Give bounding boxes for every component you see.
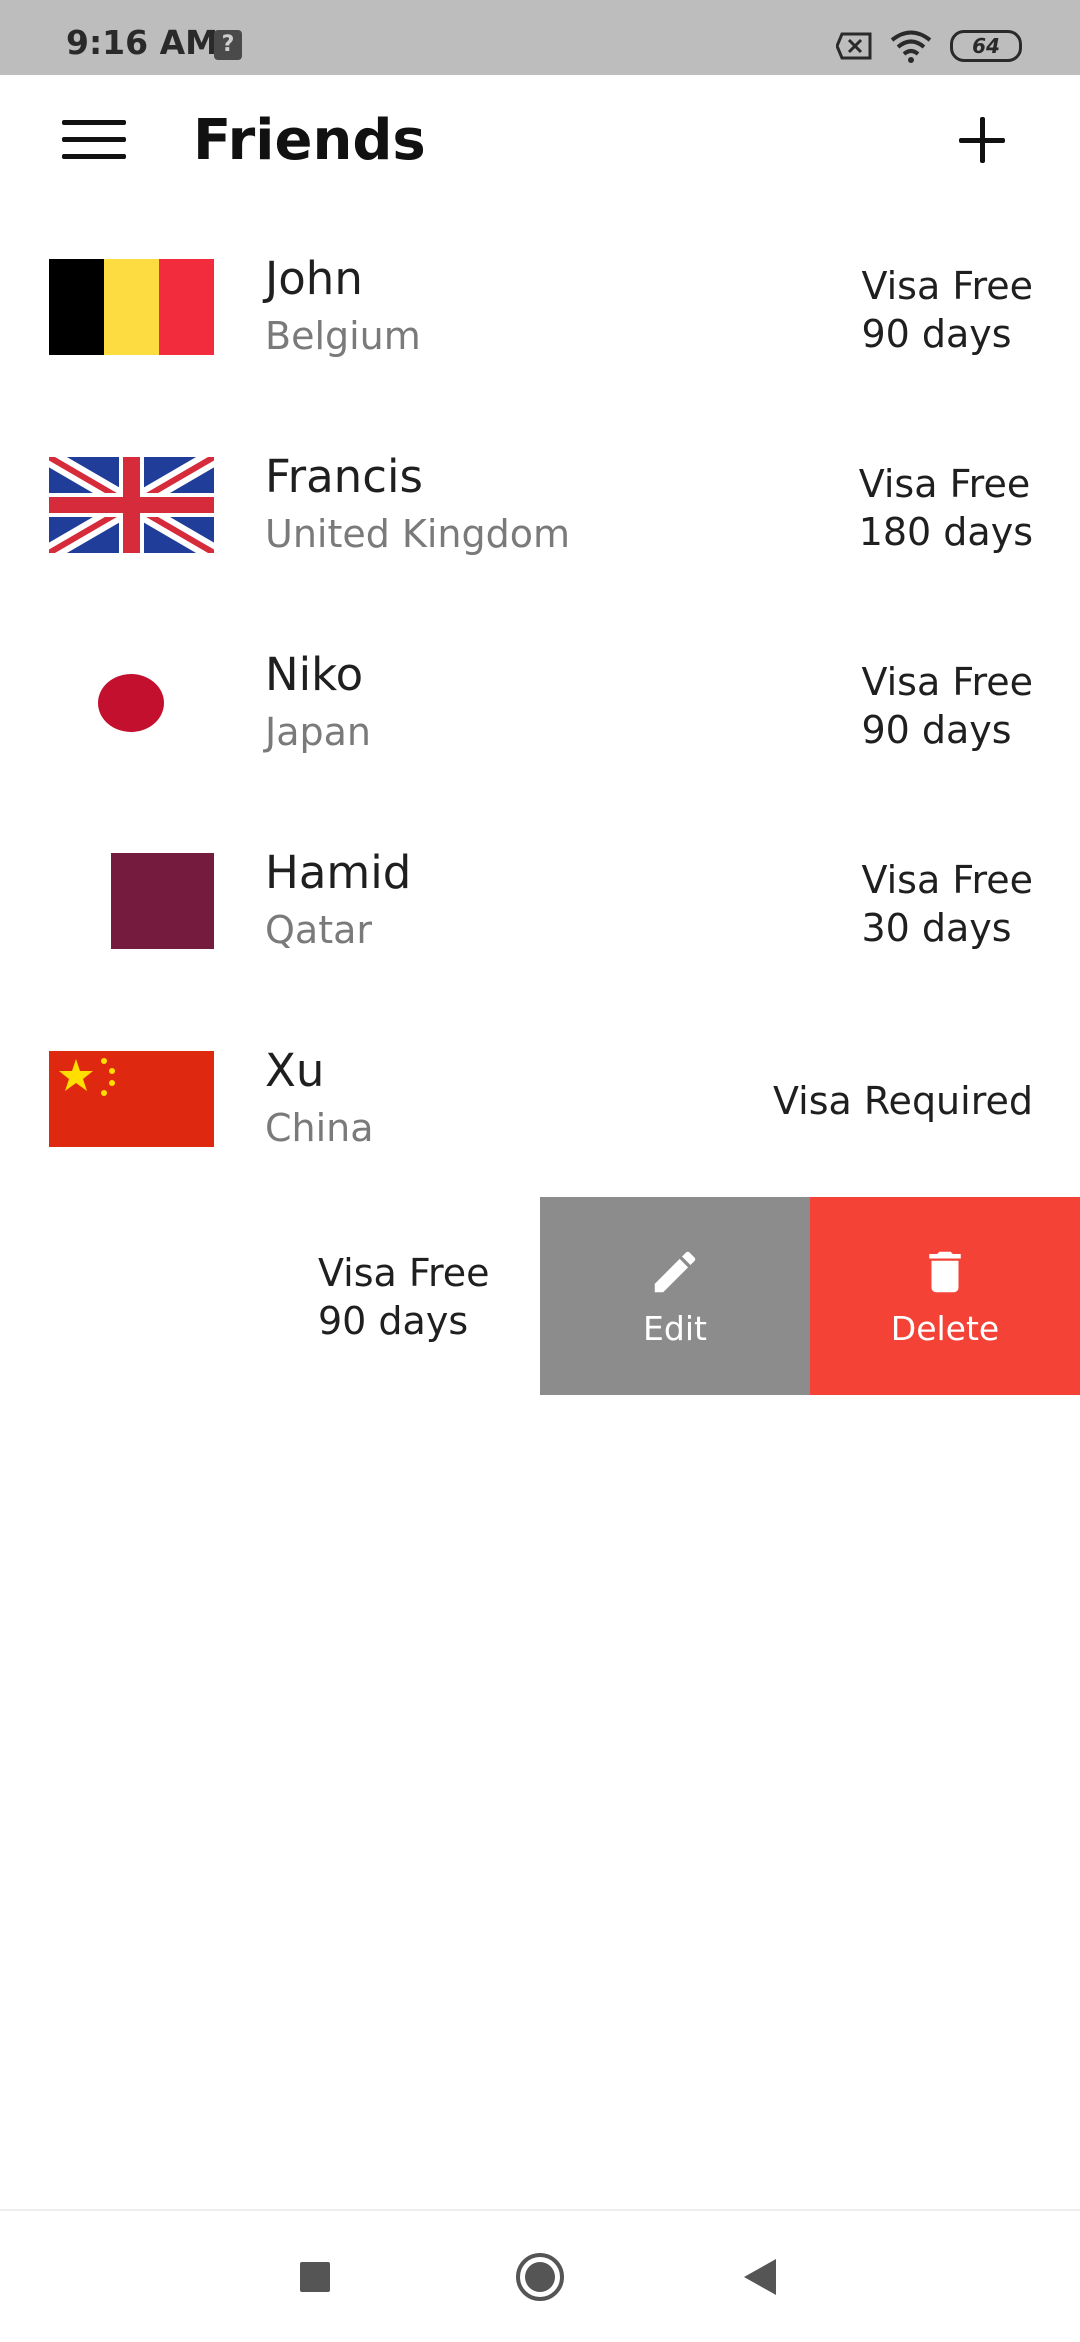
china-flag-icon: [49, 1051, 214, 1147]
visa-duration: 90 days: [861, 312, 1012, 356]
edit-label: Edit: [643, 1309, 707, 1348]
friend-name: Hamid: [265, 846, 412, 899]
visa-status: Visa Free 90 days: [861, 658, 1033, 754]
home-circle-icon[interactable]: [514, 2251, 566, 2307]
friend-name: Francis: [265, 450, 423, 503]
navigation-bar: [0, 2209, 1080, 2342]
visa-type: Visa Free: [861, 660, 1033, 704]
edit-button[interactable]: Edit: [540, 1197, 810, 1395]
friend-country: Qatar: [265, 908, 373, 952]
friend-list: John Belgium Visa Free 90 days Francis U…: [0, 210, 1080, 1200]
hamburger-menu-icon[interactable]: [62, 115, 128, 165]
plus-icon[interactable]: [955, 113, 1011, 169]
sim-x-icon: [836, 32, 872, 60]
pencil-icon: [648, 1245, 702, 1303]
visa-duration: 30 days: [861, 906, 1012, 950]
question-icon: ?: [214, 30, 242, 60]
visa-status: Visa Free 180 days: [859, 460, 1033, 556]
delete-button[interactable]: Delete: [810, 1197, 1080, 1395]
status-icons: 64: [836, 28, 1022, 64]
recents-square-icon[interactable]: [298, 2260, 332, 2298]
visa-status: Visa Free 90 days: [318, 1249, 490, 1345]
page-title: Friends: [193, 108, 426, 173]
qatar-flag-icon: [49, 853, 214, 949]
visa-status: Visa Free 30 days: [861, 856, 1033, 952]
swiped-friend-row[interactable]: Visa Free 90 days Edit Delete: [0, 1197, 1080, 1395]
visa-duration: 180 days: [858, 510, 1033, 554]
visa-status: Visa Free 90 days: [861, 262, 1033, 358]
visa-type: Visa Free: [318, 1251, 490, 1295]
japan-flag-icon: [49, 655, 214, 751]
status-time: 9:16 AM: [66, 23, 218, 62]
friend-row-xu[interactable]: Xu China Visa Required: [0, 1002, 1080, 1200]
friend-row-niko[interactable]: Niko Japan Visa Free 90 days: [0, 606, 1080, 804]
visa-type: Visa Free: [858, 462, 1031, 506]
belgium-flag-icon: [49, 259, 214, 355]
visa-duration: 90 days: [861, 708, 1012, 752]
visa-type: Visa Required: [772, 1079, 1033, 1123]
back-triangle-icon[interactable]: [742, 2257, 778, 2301]
friend-row-john[interactable]: John Belgium Visa Free 90 days: [0, 210, 1080, 408]
status-bar: 9:16 AM ? 64: [0, 0, 1080, 75]
delete-label: Delete: [890, 1309, 1000, 1348]
battery-icon: 64: [950, 30, 1022, 62]
wifi-icon: [890, 30, 932, 63]
friend-row-hamid[interactable]: Hamid Qatar Visa Free 30 days: [0, 804, 1080, 1002]
visa-type: Visa Free: [861, 264, 1033, 308]
app-bar: Friends: [0, 75, 1080, 210]
friend-name: Niko: [265, 648, 364, 701]
united-kingdom-flag-icon: [49, 457, 214, 553]
friend-country: Belgium: [265, 314, 421, 358]
friend-country: United Kingdom: [265, 512, 571, 556]
visa-duration: 90 days: [318, 1299, 469, 1343]
friend-row-francis[interactable]: Francis United Kingdom Visa Free 180 day…: [0, 408, 1080, 606]
visa-status: Visa Required: [773, 1077, 1033, 1125]
friend-name: Xu: [265, 1044, 325, 1097]
visa-type: Visa Free: [861, 858, 1033, 902]
friend-country: China: [265, 1106, 374, 1150]
trash-icon: [918, 1245, 972, 1303]
friend-country: Japan: [265, 710, 371, 754]
friend-name: John: [265, 252, 363, 305]
